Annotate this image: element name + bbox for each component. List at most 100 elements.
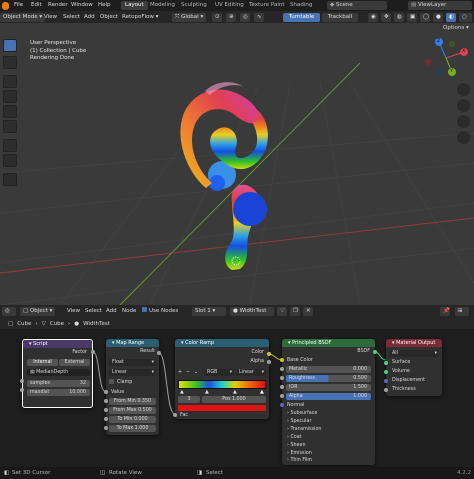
scale-tool-icon[interactable]	[3, 105, 17, 118]
node-menu-add[interactable]: Add	[106, 307, 117, 316]
result-output-socket[interactable]	[157, 351, 161, 355]
menu-window[interactable]: Window	[71, 1, 93, 10]
cube-mesh-object[interactable]	[180, 82, 268, 270]
pivot-icon[interactable]: ⊙	[212, 12, 222, 22]
node-menu-select[interactable]: Select	[85, 307, 102, 316]
shading-rendered-icon[interactable]: ○	[459, 12, 472, 22]
unlink-icon[interactable]: ✕	[303, 307, 313, 316]
metallic-socket[interactable]	[280, 367, 284, 371]
to-min-field[interactable]: To Min 0.000	[109, 416, 156, 423]
measure-tool-icon[interactable]	[3, 154, 17, 167]
roughness-socket[interactable]	[280, 376, 284, 380]
thickness-socket[interactable]	[384, 388, 388, 392]
options-button[interactable]: Options ▾	[440, 24, 472, 33]
bsdf-header[interactable]: ▾ Principled BSDF	[282, 339, 375, 347]
trackball-button[interactable]: Trackball	[322, 12, 358, 22]
factor-output-socket[interactable]	[91, 350, 95, 354]
script-node-header[interactable]: ▾ Script	[23, 340, 92, 348]
tab-shading[interactable]: Shading	[286, 1, 316, 10]
displacement-socket[interactable]	[384, 379, 388, 383]
material-selector[interactable]: ● WidthTest	[230, 307, 274, 316]
stop-marker-icon[interactable]: ▲	[205, 389, 209, 395]
data-type-dropdown[interactable]: Float ▾	[109, 359, 156, 366]
view-layer-selector[interactable]: ▤ ViewLayer	[408, 1, 472, 10]
stop-marker-icon[interactable]: ▲	[180, 389, 184, 395]
color-output-socket[interactable]	[267, 352, 271, 356]
material-output-header[interactable]: ▾ Material Output	[386, 339, 442, 347]
clamp-checkbox[interactable]: Clamp	[109, 379, 132, 386]
menu-add[interactable]: Add	[84, 13, 95, 22]
pan-hand-icon[interactable]	[457, 99, 470, 112]
metallic-field[interactable]: Metallic 0.000	[286, 366, 371, 373]
alpha-output-socket[interactable]	[267, 360, 271, 364]
surface-socket[interactable]	[384, 361, 388, 365]
ior-socket[interactable]	[280, 385, 284, 389]
ramp-interp-dropdown[interactable]: Linear ▾	[236, 369, 266, 376]
volume-socket[interactable]	[384, 370, 388, 374]
gizmo-toggle-icon[interactable]: ✥	[381, 12, 391, 22]
stop-color-swatch[interactable]	[178, 405, 266, 411]
menu-select[interactable]: Select	[63, 13, 80, 22]
value-input-socket[interactable]	[104, 390, 108, 394]
ramp-menu-icon[interactable]: ⌄	[194, 369, 198, 376]
rotate-tool-icon[interactable]	[3, 90, 17, 103]
script-selector[interactable]: ▤ MedianDepth	[27, 369, 90, 376]
color-stops[interactable]: ▲ ▲ ▲ ▲	[178, 389, 266, 395]
fac-input-socket[interactable]	[173, 413, 177, 417]
ortho-grid-icon[interactable]	[457, 131, 470, 144]
menu-render[interactable]: Render	[48, 1, 68, 10]
select-tool-icon[interactable]	[3, 39, 17, 52]
to-max-field[interactable]: To Max 1.000	[109, 425, 156, 432]
from-max-field[interactable]: From Max 0.500	[109, 407, 156, 414]
script-input-socket[interactable]	[20, 388, 24, 392]
transform-tool-icon[interactable]	[3, 120, 17, 133]
node-editor-canvas[interactable]: ▾ Script Factor Internal External ▤ Medi…	[0, 329, 474, 467]
menu-edit[interactable]: Edit	[31, 1, 42, 10]
3d-viewport[interactable]: X Z Y User Perspective (1) Collection | …	[0, 23, 474, 305]
from-max-socket[interactable]	[104, 408, 108, 412]
panel-coat[interactable]: › Coat	[287, 434, 302, 441]
move-tool-icon[interactable]	[3, 75, 17, 88]
normal-socket[interactable]	[280, 403, 284, 407]
render-target-dropdown[interactable]: All ▾	[389, 350, 439, 357]
to-min-socket[interactable]	[104, 417, 108, 421]
remove-stop-icon[interactable]: −	[186, 369, 190, 376]
menu-help[interactable]: Help	[98, 1, 111, 10]
breadcrumb-material[interactable]: WidthTest	[83, 321, 110, 327]
cursor-tool-icon[interactable]	[3, 56, 17, 69]
shading-wire-icon[interactable]: ◯	[420, 12, 430, 22]
shading-solid-icon[interactable]: ●	[433, 12, 443, 22]
node-menu-view[interactable]: View	[67, 307, 80, 316]
to-max-socket[interactable]	[104, 426, 108, 430]
retopoflow-menu[interactable]: RetopoFlow ▾	[122, 13, 158, 22]
tab-layout[interactable]: Layout	[121, 1, 148, 10]
navigation-gizmo[interactable]	[425, 38, 468, 76]
maxdist-field[interactable]: maxdist 10.000	[27, 389, 90, 396]
turntable-button[interactable]: Turntable	[283, 12, 320, 22]
bsdf-output-socket[interactable]	[373, 350, 377, 354]
tab-modeling[interactable]: Modeling	[146, 1, 179, 10]
external-toggle[interactable]: External	[59, 359, 90, 366]
scene-selector[interactable]: ◆ Scene	[327, 1, 387, 10]
overlays-icon[interactable]: ◍	[394, 12, 404, 22]
map-range-header[interactable]: ▾ Map Range	[106, 339, 159, 347]
from-min-socket[interactable]	[104, 399, 108, 403]
breadcrumb-mesh[interactable]: Cube	[50, 321, 64, 327]
color-ramp-node[interactable]: ▾ Color Ramp Color Alpha + − ⌄ RGB ▾ Line…	[175, 339, 269, 419]
blender-logo-icon[interactable]	[2, 1, 9, 10]
tab-sculpting[interactable]: Sculpting	[177, 1, 211, 10]
panel-emission[interactable]: › Emission	[287, 450, 312, 457]
panel-subsurface[interactable]: › Subsurface	[287, 410, 317, 417]
fake-user-icon[interactable]: ♡	[277, 307, 287, 316]
interpolation-dropdown[interactable]: Linear ▾	[109, 369, 156, 376]
mode-selector[interactable]: Object Mode ▾	[0, 12, 46, 22]
material-output-node[interactable]: ▾ Material Output All ▾ Surface Volume Di…	[386, 339, 442, 396]
principled-bsdf-node[interactable]: ▾ Principled BSDF BSDF Base Color Metall…	[282, 339, 375, 465]
menu-file[interactable]: File	[14, 1, 23, 10]
from-min-field[interactable]: From Min 0.350	[109, 398, 156, 405]
color-ramp-gradient[interactable]	[178, 380, 266, 389]
zoom-icon[interactable]	[457, 83, 470, 96]
stop-pos-field[interactable]: Pos 1.000	[202, 396, 266, 403]
stop-marker-icon[interactable]: ▲	[260, 389, 264, 395]
pin-icon[interactable]: 📌	[440, 307, 450, 316]
